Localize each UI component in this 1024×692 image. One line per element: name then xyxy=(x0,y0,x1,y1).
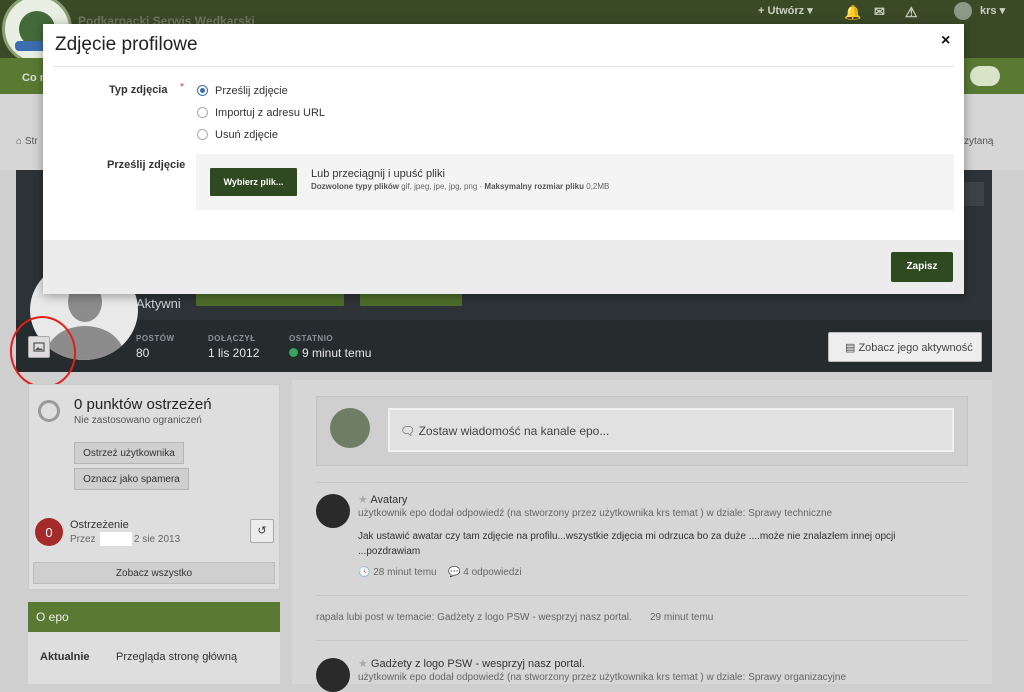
feed-like-time: 29 minut temu xyxy=(650,612,714,623)
user-menu[interactable]: krs ▾ xyxy=(980,4,1005,17)
create-menu[interactable]: + Utwórz ▾ xyxy=(758,4,813,17)
feed-item-title[interactable]: ★ Gadżety z logo PSW - wesprzyj nasz por… xyxy=(358,657,585,670)
warning-icon[interactable]: ⚠ xyxy=(905,4,918,21)
warning-item-by: Przez xyxy=(70,534,96,545)
divider xyxy=(316,595,968,596)
about-key: Aktualnie xyxy=(40,651,90,663)
online-dot xyxy=(289,348,298,357)
profile-status: Aktywni xyxy=(136,296,181,311)
radio-upload-label[interactable]: Prześlij zdjęcie xyxy=(215,85,288,97)
feed-item-meta: użytkownik epo dodał odpowiedź (na stwor… xyxy=(358,672,847,683)
required-mark: * xyxy=(180,82,184,93)
star-icon: ★ xyxy=(358,658,371,670)
mail-icon[interactable]: ✉ xyxy=(874,4,885,20)
radio-import-url-label[interactable]: Importuj z adresu URL xyxy=(215,107,325,119)
divider xyxy=(316,482,968,483)
divider xyxy=(316,640,968,641)
redacted-name xyxy=(100,532,132,546)
feed-item-title[interactable]: ★ Avatary xyxy=(358,493,407,506)
drag-drop-text: Lub przeciągnij i upuść pliki xyxy=(311,168,445,180)
stat-joined-value: 1 lis 2012 xyxy=(208,346,260,360)
mark-spammer-button[interactable]: Oznacz jako spamera xyxy=(74,468,189,490)
undo-icon[interactable]: ↺ xyxy=(250,519,274,543)
profile-photo-modal: Zdjęcie profilowe × Typ zdjęcia * Prześl… xyxy=(43,24,964,294)
stat-joined-label: DOŁĄCZYŁ xyxy=(208,334,256,343)
warning-points: 0 punktów ostrzeżeń xyxy=(74,396,212,413)
status-placeholder: Zostaw wiadomość na kanale epo... xyxy=(418,424,610,438)
modal-divider xyxy=(53,66,954,67)
feed-avatar[interactable] xyxy=(316,658,350,692)
about-title: O epo xyxy=(28,602,280,632)
allowed-types-label: Dozwolone typy plików xyxy=(311,182,400,191)
warning-item-title[interactable]: Ostrzeżenie xyxy=(70,519,129,531)
max-size-value: 0,2MB xyxy=(586,182,610,191)
close-icon[interactable]: × xyxy=(941,32,950,50)
no-restrictions-text: Nie zastosowano ograniczeń xyxy=(74,415,202,426)
see-all-button[interactable]: Zobacz wszystko xyxy=(33,562,275,584)
radio-remove-label[interactable]: Usuń zdjęcie xyxy=(215,129,278,141)
current-user-avatar xyxy=(330,408,370,448)
choose-file-button[interactable]: Wybierz plik... xyxy=(210,168,297,196)
feed-item-text-2: ...pozdrawiam xyxy=(358,546,421,557)
feed-avatar[interactable] xyxy=(316,494,350,528)
feed-item-replies: 💬 4 odpowiedzi xyxy=(448,567,522,578)
user-avatar[interactable] xyxy=(954,2,972,20)
breadcrumb-home[interactable]: Str xyxy=(25,136,38,147)
feed-title-text[interactable]: Gadżety z logo PSW - wesprzyj nasz porta… xyxy=(371,658,585,670)
warning-points-ring xyxy=(38,400,60,422)
radio-import-url[interactable] xyxy=(197,107,208,118)
modal-footer xyxy=(43,240,964,294)
bell-icon[interactable]: 🔔 xyxy=(844,4,861,21)
star-icon: ★ xyxy=(358,494,371,506)
feed-like-line[interactable]: rapala lubi post w temacie: Gadżety z lo… xyxy=(316,612,632,623)
view-activity-label: Zobacz jego aktywność xyxy=(858,342,973,354)
stat-posts-value: 80 xyxy=(136,346,150,360)
breadcrumb[interactable]: ⌂ Str xyxy=(16,136,38,147)
activity-icon: ▤ xyxy=(845,342,859,354)
stat-posts-label: POSTÓW xyxy=(136,334,175,343)
status-input[interactable]: 🗨 Zostaw wiadomość na kanale epo... xyxy=(388,408,954,452)
stat-last-label: OSTATNIO xyxy=(289,334,334,343)
allowed-files-text: Dozwolone typy plików gif, jpeg, jpe, jp… xyxy=(311,182,610,191)
save-button[interactable]: Zapisz xyxy=(891,252,953,282)
allowed-types-value: gif, jpeg, jpe, jpg, png xyxy=(401,182,478,191)
feed-title-text[interactable]: Avatary xyxy=(370,494,407,506)
feed-item-meta: użytkownik epo dodał odpowiedź (na stwor… xyxy=(358,508,833,519)
feed-item-text: Jak ustawić awatar czy tam zdjęcie na pr… xyxy=(358,531,896,542)
warning-item-date: 2 sie 2013 xyxy=(134,534,181,545)
search-icon[interactable] xyxy=(970,66,1000,86)
feed-item-time: 🕓 28 minut temu xyxy=(358,567,437,578)
max-size-label: Maksymalny rozmiar pliku xyxy=(484,182,585,191)
view-activity-button[interactable]: ▤ Zobacz jego aktywność xyxy=(828,332,982,362)
modal-title: Zdjęcie profilowe xyxy=(55,34,198,55)
about-value: Przegląda stronę główną xyxy=(116,651,238,663)
chat-icon: 🗨 xyxy=(400,424,419,438)
feed-replies-text: 4 odpowiedzi xyxy=(463,567,522,578)
mark-read-link[interactable]: zytaną xyxy=(964,136,993,147)
radio-upload[interactable] xyxy=(197,85,208,96)
warning-count-badge: 0 xyxy=(35,518,63,546)
upload-label: Prześlij zdjęcie xyxy=(107,159,186,171)
stat-last-value: 9 minut temu xyxy=(302,346,372,360)
feed-time-text: 28 minut temu xyxy=(373,567,437,578)
radio-remove[interactable] xyxy=(197,129,208,140)
warn-user-button[interactable]: Ostrzeż użytkownika xyxy=(74,442,184,464)
photo-type-label: Typ zdjęcia xyxy=(109,84,168,96)
